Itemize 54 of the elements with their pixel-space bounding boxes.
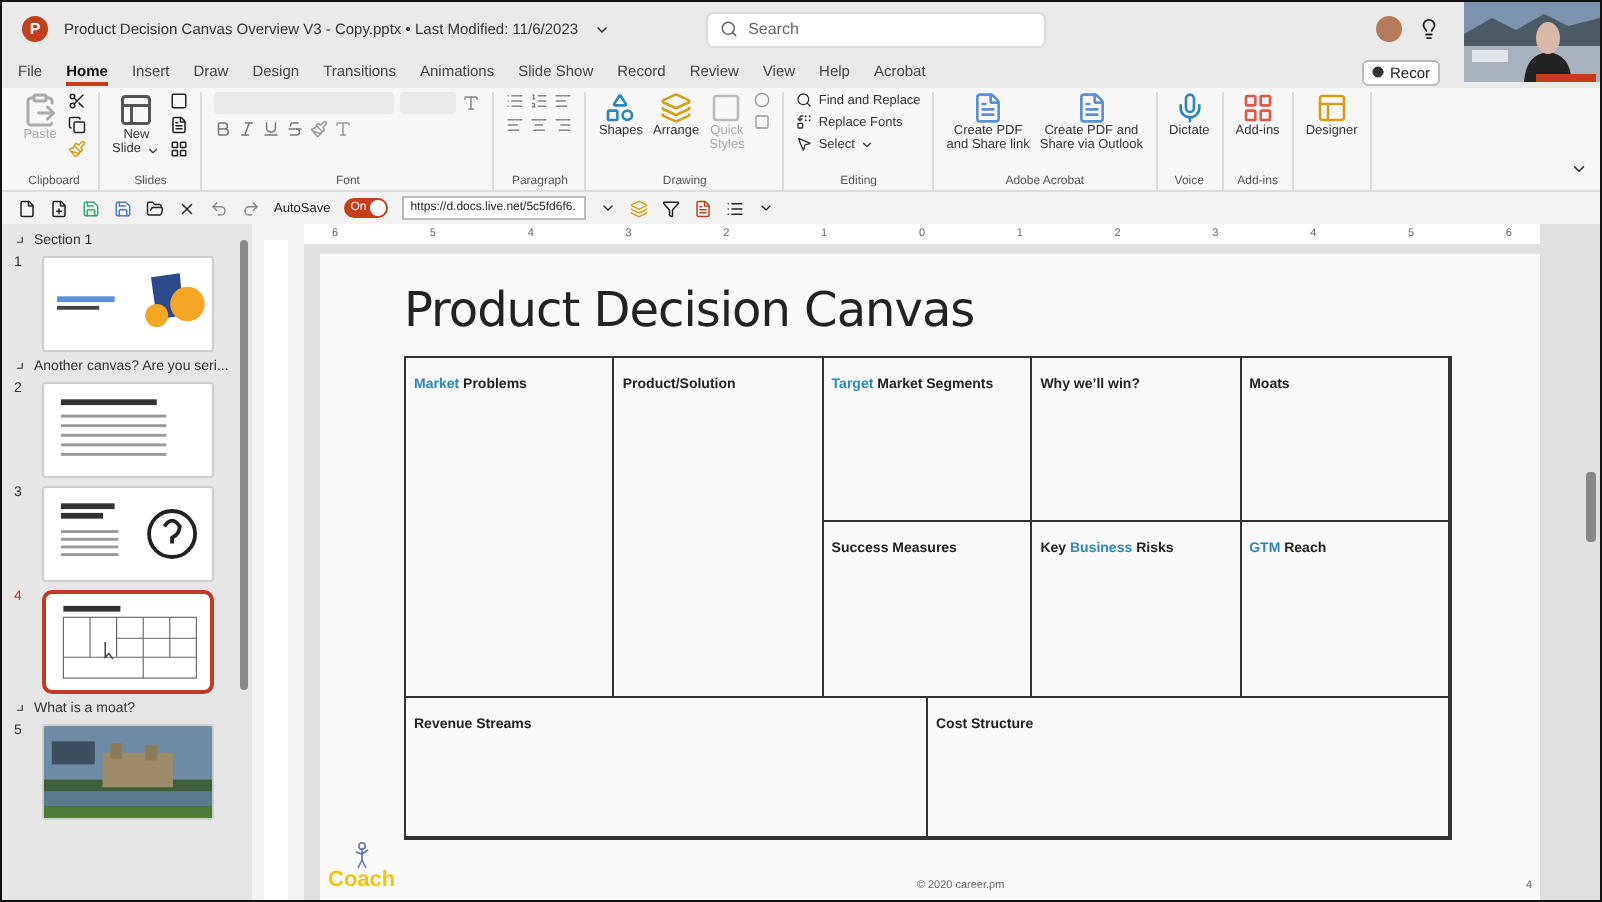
highlight-icon[interactable] — [310, 120, 329, 138]
align-center-icon[interactable] — [530, 116, 549, 134]
bold-icon[interactable] — [214, 120, 233, 138]
numbering-icon[interactable] — [530, 92, 549, 110]
underline-icon[interactable] — [262, 120, 281, 138]
align-left-icon[interactable] — [506, 116, 525, 134]
app-icon[interactable]: P — [22, 16, 48, 42]
replace-icon — [796, 114, 813, 130]
scrollbar-thumb[interactable] — [1586, 472, 1596, 542]
cut-icon[interactable] — [68, 92, 86, 110]
strikethrough-icon[interactable] — [286, 120, 305, 138]
filter-icon[interactable] — [662, 199, 681, 217]
avatar[interactable] — [1376, 16, 1402, 42]
search-field[interactable]: Search — [706, 11, 1047, 47]
scrollbar-thumb[interactable] — [239, 240, 247, 690]
save-icon[interactable] — [82, 199, 100, 217]
folder-icon[interactable] — [146, 199, 164, 217]
record-icon — [1371, 66, 1384, 78]
redo-icon[interactable] — [242, 199, 260, 217]
clipboard-icon — [22, 92, 58, 128]
font-color-icon[interactable] — [334, 120, 353, 138]
square-icon — [710, 92, 743, 124]
document-icon — [972, 92, 1005, 124]
bullets-icon[interactable] — [506, 92, 525, 110]
lightbulb-icon[interactable] — [1418, 18, 1440, 40]
pointer-icon — [796, 136, 813, 152]
new-file-icon[interactable] — [18, 199, 36, 217]
grid-icon — [1241, 92, 1274, 124]
customize-icon[interactable] — [758, 200, 775, 216]
logo-text: Coach — [328, 870, 396, 892]
undo-icon[interactable] — [210, 199, 228, 217]
search-icon — [720, 20, 739, 38]
align-right-icon[interactable] — [554, 116, 573, 134]
figure-icon — [351, 842, 372, 870]
collapse-ribbon-icon[interactable] — [1570, 160, 1588, 178]
caret-icon[interactable] — [600, 200, 617, 216]
close-icon[interactable] — [178, 199, 196, 217]
shapes-icon — [604, 92, 637, 124]
caret-icon — [860, 137, 875, 151]
fill-icon[interactable] — [754, 92, 771, 108]
caret-icon — [146, 143, 161, 158]
slide-title: Product Decision Canvas — [404, 282, 977, 338]
slide-icon — [118, 92, 155, 128]
document-icon — [1075, 92, 1108, 124]
font-grow-icon[interactable] — [462, 94, 481, 112]
indent-icon[interactable] — [554, 92, 573, 110]
copy-icon[interactable] — [68, 116, 86, 134]
save-as-icon[interactable] — [114, 199, 132, 217]
file-icon[interactable] — [50, 199, 68, 217]
list-icon[interactable] — [726, 199, 745, 217]
layers-icon — [660, 92, 693, 124]
microphone-icon — [1173, 92, 1206, 124]
search-icon — [796, 92, 813, 108]
italic-icon[interactable] — [238, 120, 257, 138]
